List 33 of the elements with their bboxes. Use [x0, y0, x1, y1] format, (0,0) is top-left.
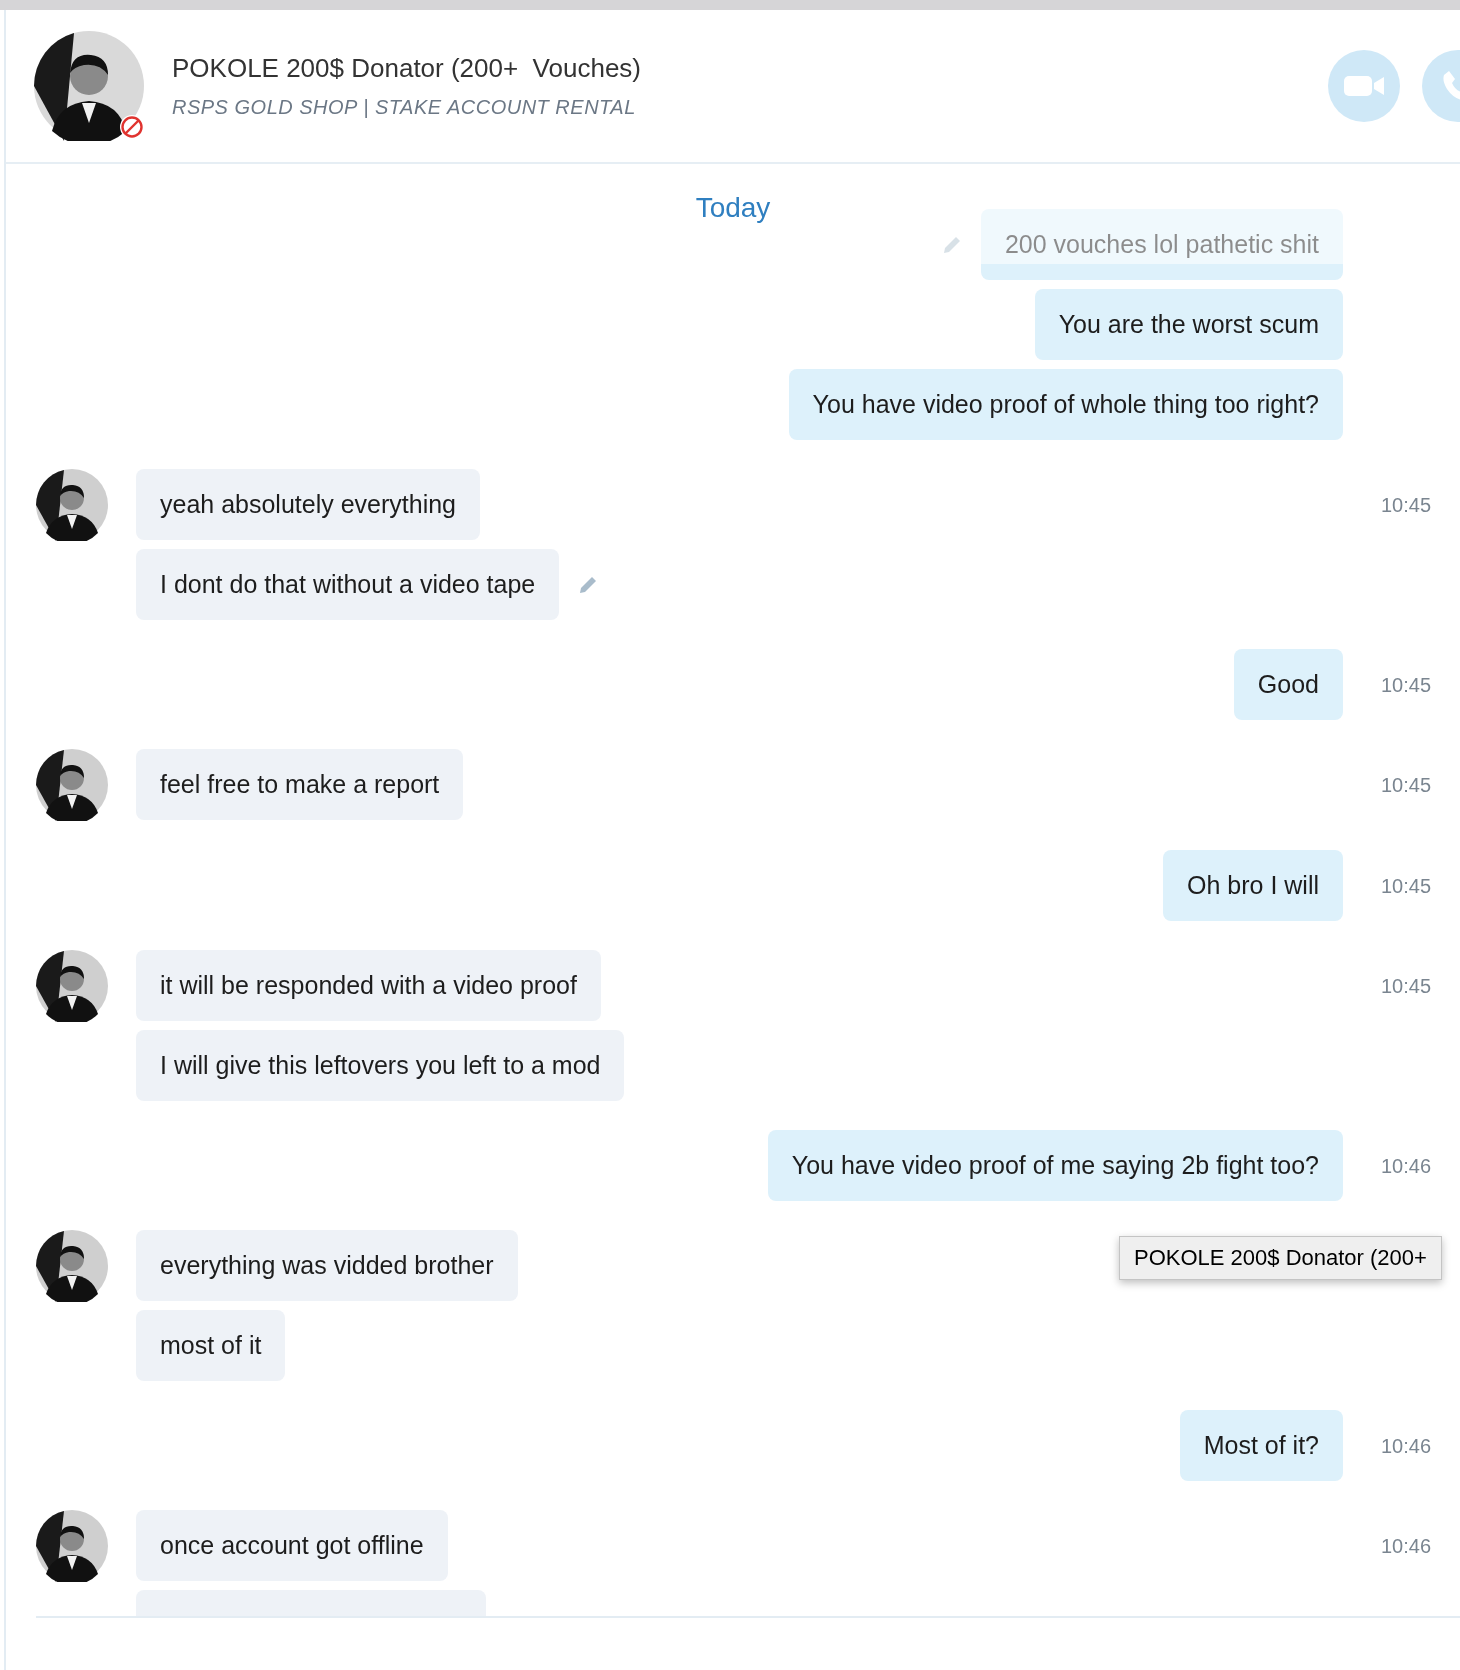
message-time: 10:45: [1381, 674, 1432, 696]
message-bubble: it will be responded with a video proof: [136, 950, 601, 1021]
message-time: 10:45: [1381, 774, 1432, 796]
message-time: 10:45: [1381, 494, 1432, 516]
tooltip: POKOLE 200$ Donator (200+: [1119, 1236, 1442, 1280]
chat-subtitle: RSPS GOLD SHOP | STAKE ACCOUNT RENTAL: [172, 96, 637, 119]
message-bubble: Good: [1233, 649, 1343, 720]
message-bubble: Oh bro I will: [1163, 850, 1343, 921]
chat-title: POKOLE 200$ Donator (200+ Vouches): [172, 53, 642, 84]
avatar: [36, 1230, 108, 1302]
message-bubble: 200 vouches lol pathetic shit: [980, 209, 1343, 280]
message-bubble: Most of it?: [1179, 1410, 1343, 1481]
avatar: [36, 749, 108, 821]
message-bubble: You have video proof of me saying 2b fight too?: [767, 1130, 1343, 1201]
message-bubble: You are the worst scum: [1034, 289, 1343, 360]
avatar: [36, 469, 108, 541]
message-bubble: everything was vidded brother: [136, 1230, 518, 1301]
message-time: 10:46: [1381, 1435, 1432, 1457]
message-bubble: yeah absolutely everything: [136, 469, 481, 540]
message-bubble: most of it: [136, 1310, 286, 1381]
avatar: [36, 950, 108, 1022]
message-time: 10:45: [1381, 975, 1432, 997]
date-divider: Today: [695, 192, 771, 225]
message-bubble: You have video proof of whole thing too right?: [788, 369, 1343, 440]
message-bubble: I will give this leftovers you left to a mod: [136, 1030, 625, 1101]
avatar: [36, 1510, 108, 1582]
message-bubble: once account got offline: [136, 1510, 448, 1581]
video-camera-icon: [1344, 74, 1384, 98]
message-bubble: I dont do that without a video tape: [136, 549, 560, 620]
message-time: 10:45: [1381, 875, 1432, 897]
message-time: 10:46: [1381, 1155, 1432, 1177]
message-bubble: feel free to make a report: [136, 749, 464, 820]
message-time: 10:46: [1381, 1535, 1432, 1557]
